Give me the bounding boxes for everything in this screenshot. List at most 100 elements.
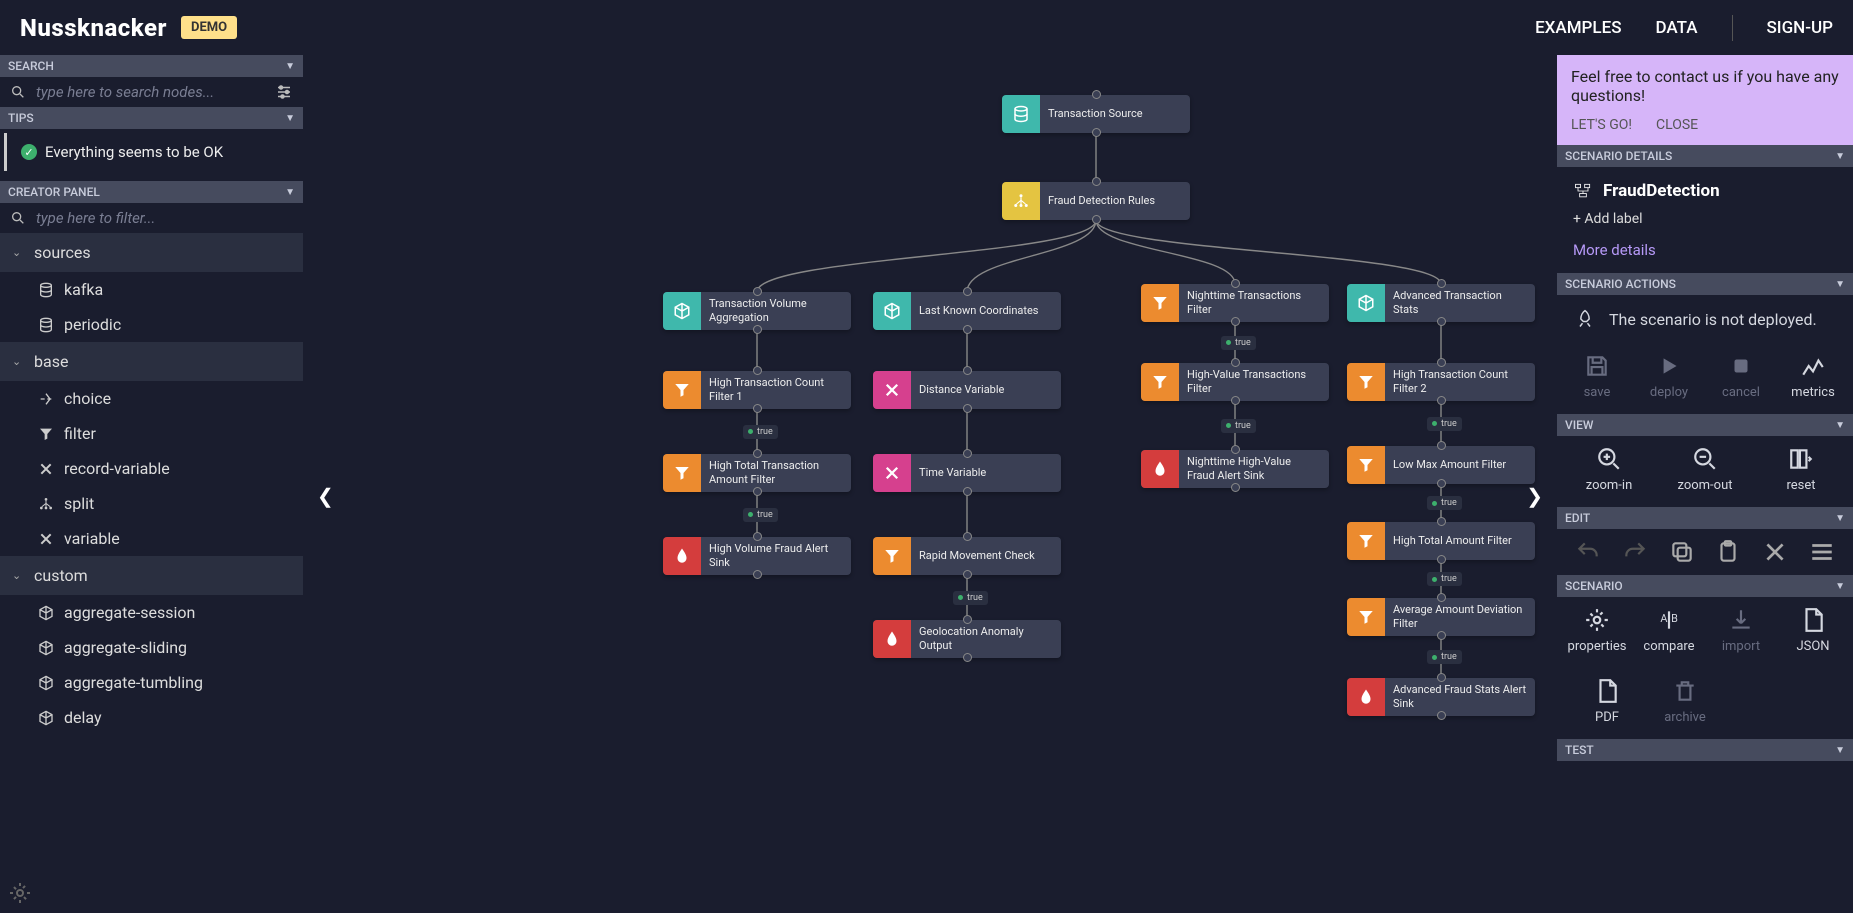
port-out[interactable] (1437, 396, 1446, 405)
port-in[interactable] (753, 287, 762, 296)
tree-item-split[interactable]: split (0, 486, 303, 521)
tree-item-aggregate-tumbling[interactable]: aggregate-tumbling (0, 665, 303, 700)
port-out[interactable] (1231, 396, 1240, 405)
port-out[interactable] (1092, 128, 1101, 137)
tree-item-aggregate-sliding[interactable]: aggregate-sliding (0, 630, 303, 665)
port-out[interactable] (963, 570, 972, 579)
port-in[interactable] (1231, 358, 1240, 367)
undo-button[interactable] (1575, 539, 1601, 565)
port-in[interactable] (1231, 445, 1240, 454)
JSON-button[interactable]: JSON (1781, 607, 1845, 654)
tree-item-record-variable[interactable]: record-variable (0, 451, 303, 486)
delete-button[interactable] (1762, 539, 1788, 565)
properties-button[interactable]: properties (1565, 607, 1629, 654)
scenario-header[interactable]: SCENARIO▼ (1557, 575, 1853, 597)
view-header[interactable]: VIEW▼ (1557, 414, 1853, 436)
details-header[interactable]: SCENARIO DETAILS▼ (1557, 145, 1853, 167)
copy-button[interactable] (1669, 539, 1695, 565)
archive-button[interactable]: archive (1653, 678, 1717, 725)
test-title: TEST (1565, 743, 1594, 757)
tree-cat-sources[interactable]: ⌄sources (0, 233, 303, 272)
port-in[interactable] (1437, 279, 1446, 288)
port-out[interactable] (1437, 479, 1446, 488)
port-in[interactable] (1437, 441, 1446, 450)
port-in[interactable] (1437, 673, 1446, 682)
edit-header[interactable]: EDIT▼ (1557, 507, 1853, 529)
port-out[interactable] (963, 653, 972, 662)
port-out[interactable] (753, 404, 762, 413)
port-in[interactable] (963, 366, 972, 375)
port-out[interactable] (1437, 555, 1446, 564)
port-out[interactable] (963, 487, 972, 496)
port-out[interactable] (1231, 317, 1240, 326)
tree-item-variable[interactable]: variable (0, 521, 303, 556)
port-in[interactable] (1092, 177, 1101, 186)
zoom-in-button[interactable]: zoom-in (1577, 446, 1641, 493)
add-label-button[interactable]: + Add label (1573, 211, 1837, 227)
port-in[interactable] (1437, 358, 1446, 367)
close-notice-button[interactable]: CLOSE (1656, 117, 1698, 133)
port-in[interactable] (753, 449, 762, 458)
tree-item-kafka[interactable]: kafka (0, 272, 303, 307)
cancel-button[interactable]: cancel (1709, 353, 1773, 400)
search-input[interactable] (36, 83, 265, 101)
creator-panel-header[interactable]: CREATOR PANEL▼ (0, 181, 303, 203)
scenario-title: SCENARIO (1565, 579, 1623, 593)
settings-gear-icon[interactable] (8, 881, 32, 905)
flow-canvas[interactable]: ❮ ❯ Transaction SourceFraud Detection Ru… (303, 55, 1557, 913)
port-in[interactable] (753, 366, 762, 375)
tree-item-aggregate-session[interactable]: aggregate-session (0, 595, 303, 630)
import-button[interactable]: import (1709, 607, 1773, 654)
canvas-prev[interactable]: ❮ (317, 484, 334, 508)
search-panel-header[interactable]: SEARCH▼ (0, 55, 303, 77)
tree-item-filter[interactable]: filter (0, 416, 303, 451)
port-in[interactable] (963, 532, 972, 541)
link-signup[interactable]: SIGN-UP (1767, 18, 1834, 38)
port-out[interactable] (963, 404, 972, 413)
filter-settings-icon[interactable] (275, 83, 293, 101)
port-in[interactable] (963, 449, 972, 458)
tree-cat-base[interactable]: ⌄base (0, 342, 303, 381)
port-out[interactable] (753, 325, 762, 334)
tips-panel-header[interactable]: TIPS▼ (0, 107, 303, 129)
port-out[interactable] (753, 570, 762, 579)
redo-button[interactable] (1622, 539, 1648, 565)
metrics-button[interactable]: metrics (1781, 353, 1845, 400)
actions-header[interactable]: SCENARIO ACTIONS▼ (1557, 273, 1853, 295)
port-in[interactable] (1437, 593, 1446, 602)
port-in[interactable] (753, 532, 762, 541)
port-in[interactable] (1231, 279, 1240, 288)
deploy-button[interactable]: deploy (1637, 353, 1701, 400)
edge-tag-true: true (1427, 650, 1462, 664)
test-header[interactable]: TEST▼ (1557, 739, 1853, 761)
port-out[interactable] (1092, 215, 1101, 224)
compare-button[interactable]: compare (1637, 607, 1701, 654)
port-in[interactable] (963, 287, 972, 296)
tree-item-delay[interactable]: delay (0, 700, 303, 735)
port-in[interactable] (1437, 517, 1446, 526)
port-in[interactable] (963, 615, 972, 624)
layout-button[interactable] (1809, 539, 1835, 565)
link-examples[interactable]: EXAMPLES (1535, 18, 1621, 38)
zoom-out-button[interactable]: zoom-out (1673, 446, 1737, 493)
paste-button[interactable] (1715, 539, 1741, 565)
save-button[interactable]: save (1565, 353, 1629, 400)
port-out[interactable] (1231, 483, 1240, 492)
lets-go-button[interactable]: LET'S GO! (1571, 117, 1632, 133)
PDF-button[interactable]: PDF (1575, 678, 1639, 725)
port-out[interactable] (1437, 711, 1446, 720)
port-out[interactable] (963, 325, 972, 334)
filter-input[interactable] (36, 209, 293, 227)
reset-button[interactable]: reset (1769, 446, 1833, 493)
tree-cat-custom[interactable]: ⌄custom (0, 556, 303, 595)
port-out[interactable] (1437, 317, 1446, 326)
canvas-next[interactable]: ❯ (1526, 484, 1543, 508)
link-data[interactable]: DATA (1655, 18, 1697, 38)
details-title: SCENARIO DETAILS (1565, 149, 1672, 163)
tree-item-choice[interactable]: choice (0, 381, 303, 416)
tree-item-periodic[interactable]: periodic (0, 307, 303, 342)
port-in[interactable] (1092, 90, 1101, 99)
port-out[interactable] (753, 487, 762, 496)
more-details-link[interactable]: More details (1573, 241, 1837, 259)
port-out[interactable] (1437, 631, 1446, 640)
